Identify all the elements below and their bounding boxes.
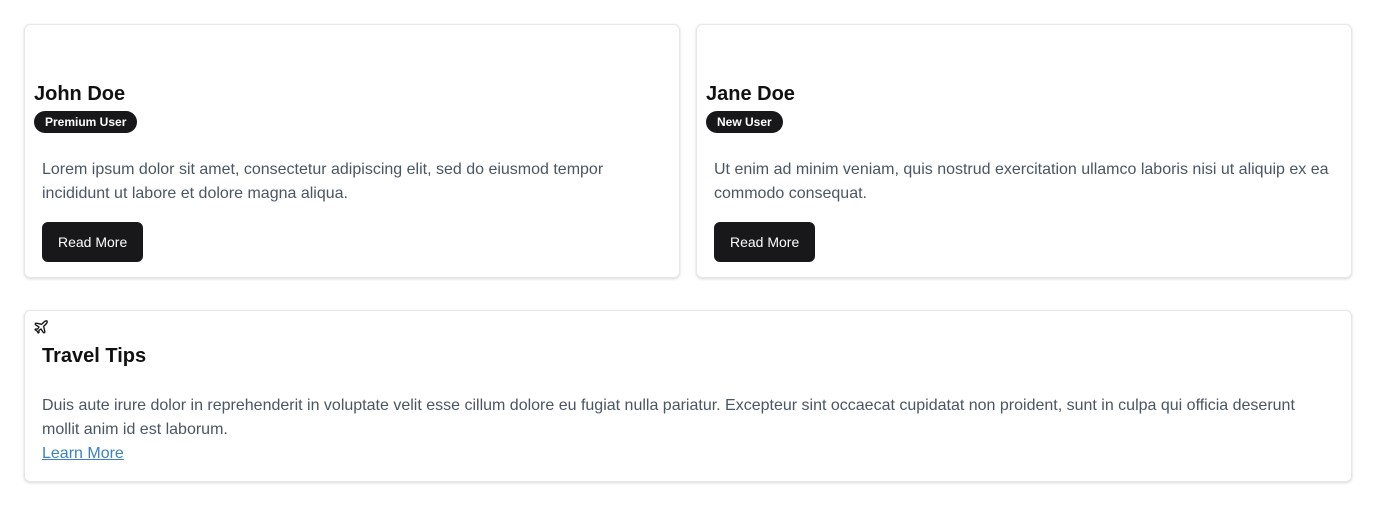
learn-more-link[interactable]: Learn More — [42, 442, 124, 466]
user-card-jane-doe: Jane Doe New User Ut enim ad minim venia… — [696, 24, 1352, 278]
user-name: Jane Doe — [706, 83, 795, 105]
user-name: John Doe — [34, 83, 126, 105]
card-description: Ut enim ad minim veniam, quis nostrud ex… — [714, 161, 1329, 202]
card-description: Duis aute irure dolor in reprehenderit i… — [42, 397, 1295, 438]
plane-icon — [33, 319, 49, 335]
travel-tips-card: Travel Tips Duis aute irure dolor in rep… — [24, 310, 1352, 482]
read-more-button[interactable]: Read More — [714, 222, 816, 262]
user-badge: Premium User — [34, 111, 138, 133]
page: John Doe Premium User Lorem ipsum dolor … — [0, 0, 1376, 506]
card-description: Lorem ipsum dolor sit amet, consectetur … — [42, 161, 604, 202]
user-card-john-doe: John Doe Premium User Lorem ipsum dolor … — [24, 24, 680, 278]
user-badge: New User — [706, 111, 783, 133]
card-title: Travel Tips — [42, 345, 147, 367]
read-more-button[interactable]: Read More — [42, 222, 144, 262]
